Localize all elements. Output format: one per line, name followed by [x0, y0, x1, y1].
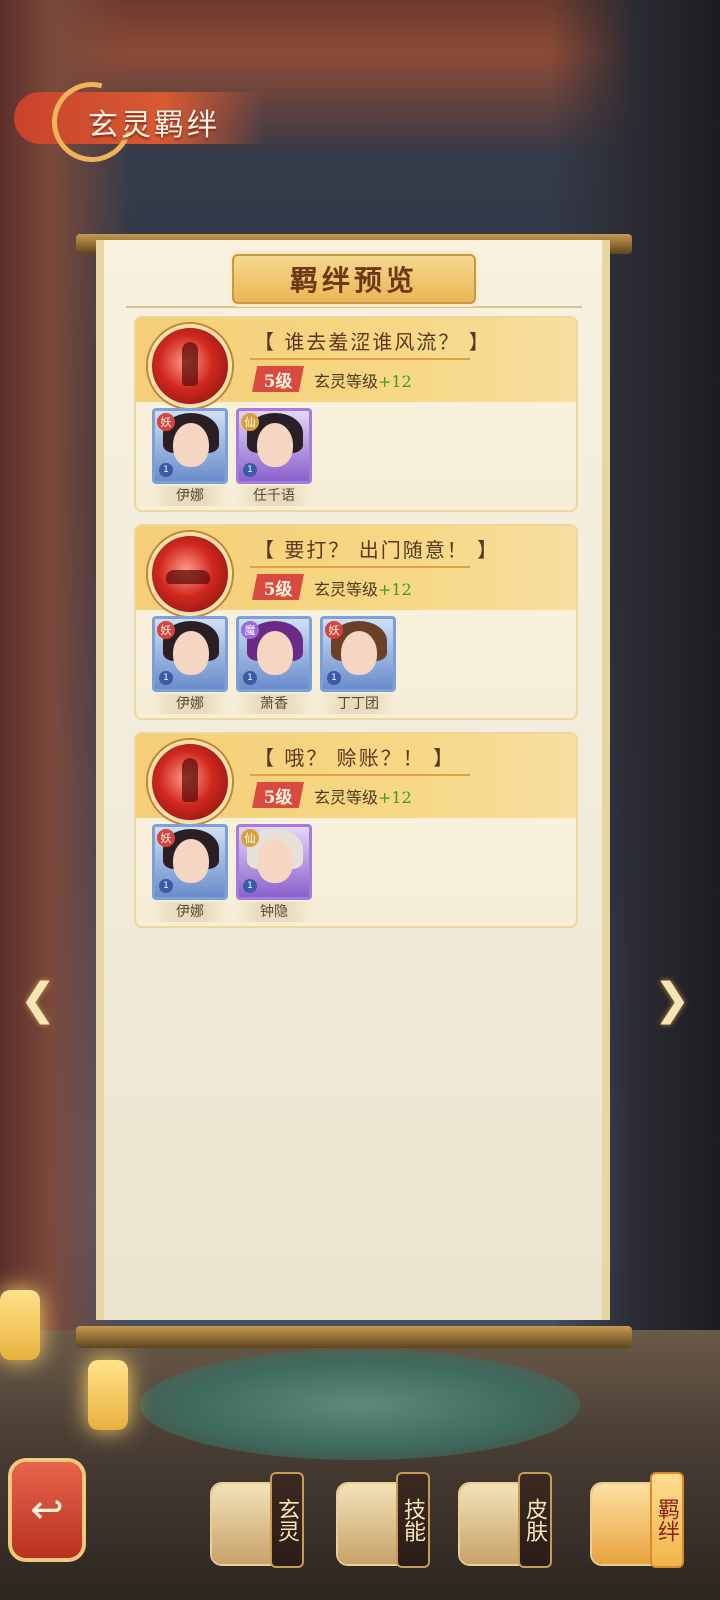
background-pool [140, 1350, 580, 1460]
hero-card[interactable]: 妖 1 伊娜 [152, 408, 228, 506]
bond-emblem-icon [148, 324, 232, 408]
hero-renqianyu-portrait: 仙 1 [236, 408, 312, 484]
hero-yina-portrait: 妖 1 [152, 616, 228, 692]
tab-label: 羁绊 [650, 1472, 684, 1568]
tab-label: 皮肤 [518, 1472, 552, 1568]
tab-bond[interactable]: 羁绊 [592, 1470, 704, 1574]
star-badge: 1 [243, 879, 257, 893]
hero-name: 伊娜 [152, 902, 228, 922]
level-effect: 玄灵等级+12 [314, 576, 412, 600]
rank-badge: 妖 [157, 829, 175, 847]
hero-card[interactable]: 妖 1 伊娜 [152, 616, 228, 714]
bond-card[interactable]: 【 要打？ 出门随意！ 】 5级 玄灵等级+12 妖 1 伊娜 魔 1 萧香 妖… [134, 524, 578, 720]
page-title: 玄灵羁绊 [88, 108, 220, 143]
hero-card[interactable]: 妖 1 伊娜 [152, 824, 228, 922]
level-bonus: +12 [378, 372, 412, 391]
bond-card[interactable]: 【 哦？ 赊账？！ 】 5级 玄灵等级+12 妖 1 伊娜 仙 1 钟隐 [134, 732, 578, 928]
back-button[interactable]: ↩ [12, 1462, 82, 1558]
hero-list: 妖 1 伊娜 仙 1 钟隐 [152, 824, 312, 922]
star-badge: 1 [159, 879, 173, 893]
hero-name: 任千语 [236, 486, 312, 506]
rank-badge: 妖 [157, 621, 175, 639]
rank-badge: 妖 [157, 413, 175, 431]
level-bonus: +12 [378, 580, 412, 599]
lantern-icon [88, 1360, 128, 1430]
back-arrow-icon: ↩ [30, 1487, 64, 1533]
rank-badge: 妖 [325, 621, 343, 639]
level-effect: 玄灵等级+12 [314, 784, 412, 808]
hero-list: 妖 1 伊娜 魔 1 萧香 妖 1 丁丁团 [152, 616, 396, 714]
hero-dingdingtuan-portrait: 妖 1 [320, 616, 396, 692]
bond-emblem-icon [148, 532, 232, 616]
bond-card[interactable]: 【 谁去羞涩谁风流？ 】 5级 玄灵等级+12 妖 1 伊娜 仙 1 任千语 [134, 316, 578, 512]
rank-badge: 魔 [241, 621, 259, 639]
hero-card[interactable]: 魔 1 萧香 [236, 616, 312, 714]
hero-name: 钟隐 [236, 902, 312, 922]
level-badge: 5级 [252, 574, 304, 600]
hero-name: 伊娜 [152, 694, 228, 714]
star-badge: 1 [243, 671, 257, 685]
bond-title: 【 哦？ 赊账？！ 】 [254, 746, 456, 770]
hero-name: 丁丁团 [320, 694, 396, 714]
hero-yina-portrait: 妖 1 [152, 824, 228, 900]
lantern-icon [0, 1290, 40, 1360]
tab-label: 玄灵 [270, 1472, 304, 1568]
panel-title: 羁绊预览 [289, 264, 418, 297]
star-badge: 1 [159, 463, 173, 477]
chevron-right-icon[interactable]: ❯ [648, 976, 696, 1024]
hero-name: 萧香 [236, 694, 312, 714]
scroll-rod-bottom [76, 1326, 632, 1348]
tab-xuanling[interactable]: 玄灵 [212, 1470, 324, 1574]
bond-title: 【 要打？ 出门随意！ 】 [254, 538, 500, 562]
level-label: 玄灵等级 [314, 372, 379, 391]
star-badge: 1 [327, 671, 341, 685]
bond-underline [250, 566, 470, 568]
tab-skill[interactable]: 技能 [338, 1470, 450, 1574]
rank-badge: 仙 [241, 829, 259, 847]
chevron-left-icon[interactable]: ❮ [14, 976, 62, 1024]
hero-card[interactable]: 妖 1 丁丁团 [320, 616, 396, 714]
hero-name: 伊娜 [152, 486, 228, 506]
panel-header: 羁绊预览 [232, 254, 476, 304]
level-label: 玄灵等级 [314, 788, 379, 807]
level-badge: 5级 [252, 366, 304, 392]
bond-title: 【 谁去羞涩谁风流？ 】 [254, 330, 491, 354]
bond-underline [250, 774, 470, 776]
level-badge: 5级 [252, 782, 304, 808]
rank-badge: 仙 [241, 413, 259, 431]
star-badge: 1 [243, 463, 257, 477]
bond-emblem-icon [148, 740, 232, 824]
hero-card[interactable]: 仙 1 钟隐 [236, 824, 312, 922]
level-label: 玄灵等级 [314, 580, 379, 599]
hero-xiaoxiang-portrait: 魔 1 [236, 616, 312, 692]
level-effect: 玄灵等级+12 [314, 368, 412, 392]
level-bonus: +12 [378, 788, 412, 807]
hero-card[interactable]: 仙 1 任千语 [236, 408, 312, 506]
hero-list: 妖 1 伊娜 仙 1 任千语 [152, 408, 312, 506]
star-badge: 1 [159, 671, 173, 685]
header-divider [126, 306, 582, 308]
bond-underline [250, 358, 470, 360]
hero-zhongyin-portrait: 仙 1 [236, 824, 312, 900]
tab-skin[interactable]: 皮肤 [460, 1470, 572, 1574]
hero-yina-portrait: 妖 1 [152, 408, 228, 484]
tab-label: 技能 [396, 1472, 430, 1568]
